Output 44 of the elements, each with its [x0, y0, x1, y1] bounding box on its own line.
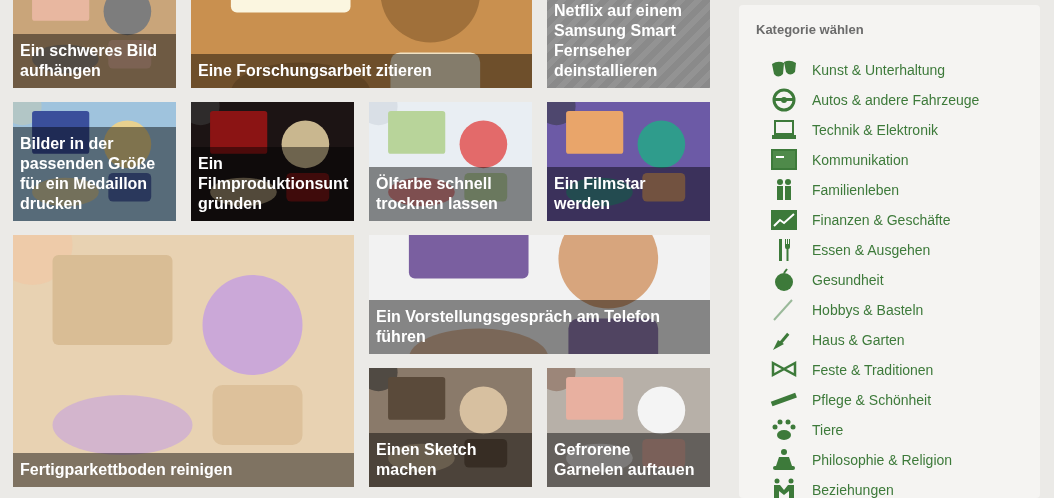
article-tile[interactable]: Ein Filmproduktionsunt gründen [191, 102, 354, 221]
article-tile[interactable]: Bilder in der passenden Größe für ein Medaillon drucken [13, 102, 176, 221]
paw-icon [770, 418, 798, 442]
category-link[interactable]: Beziehungen [756, 475, 1040, 498]
sidebar-title: Kategorie wählen [756, 22, 865, 38]
article-tile[interactable]: Netflix auf einem Samsung Smart Fernseher deinstallieren [547, 0, 710, 88]
tile-caption: Ein Filmstar werden [547, 167, 710, 221]
tile-caption: Einen Sketch machen [369, 433, 532, 487]
category-link[interactable]: Finanzen & Geschäfte [756, 205, 1040, 235]
category-link[interactable]: Kommunikation [756, 145, 1040, 175]
article-tile[interactable]: Ein Vorstellungsgespräch am Telefon führen [369, 235, 710, 354]
article-tile[interactable]: Ein schweres Bild aufhängen [13, 0, 176, 88]
tile-caption: Ölfarbe schnell trocknen lassen [369, 167, 532, 221]
category-link[interactable]: Haus & Garten [756, 325, 1040, 355]
article-tile[interactable]: Ein Filmstar werden [547, 102, 710, 221]
tile-caption: Netflix auf einem Samsung Smart Fernseher deinstallieren [554, 1, 684, 81]
category-link[interactable]: Technik & Elektronik [756, 115, 1040, 145]
article-tile[interactable]: Eine Forschungsarbeit zitieren [191, 0, 532, 88]
laptop-icon [770, 118, 798, 142]
tile-caption: Gefrorene Garnelen auftauen [547, 433, 710, 487]
tile-caption: Ein Filmproduktionsunt gründen [191, 147, 354, 221]
category-link[interactable]: Hobbys & Basteln [756, 295, 1040, 325]
article-tile[interactable]: Ölfarbe schnell trocknen lassen [369, 102, 532, 221]
category-link[interactable]: Gesundheit [756, 265, 1040, 295]
tile-caption: Eine Forschungsarbeit zitieren [191, 54, 532, 88]
tile-caption: Fertigparkettboden reinigen [13, 453, 354, 487]
tile-caption: Ein Vorstellungsgespräch am Telefon führen [369, 300, 710, 354]
category-link[interactable]: Feste & Traditionen [756, 355, 1040, 385]
fork-knife-icon [777, 238, 791, 262]
category-link[interactable]: Familienleben [756, 175, 1040, 205]
article-tile[interactable]: Gefrorene Garnelen auftauen [547, 368, 710, 487]
category-link[interactable]: Essen & Ausgehen [756, 235, 1040, 265]
tile-caption: Ein schweres Bild aufhängen [13, 34, 176, 88]
tile-caption: Bilder in der passenden Größe für ein Medaillon drucken [13, 127, 176, 221]
category-link[interactable]: Kunst & Unterhaltung [756, 55, 1040, 85]
category-link[interactable]: Autos & andere Fahrzeuge [756, 85, 1040, 115]
category-link[interactable]: Tiere [756, 415, 1040, 445]
category-link[interactable]: Pflege & Schönheit [756, 385, 1040, 415]
meditation-icon [770, 448, 798, 472]
article-tile[interactable]: Einen Sketch machen [369, 368, 532, 487]
category-link[interactable]: Philosophie & Religion [756, 445, 1040, 475]
chalkboard-icon [770, 148, 798, 172]
chart-icon [770, 208, 798, 232]
article-tile[interactable]: Fertigparkettboden reinigen [13, 235, 354, 487]
